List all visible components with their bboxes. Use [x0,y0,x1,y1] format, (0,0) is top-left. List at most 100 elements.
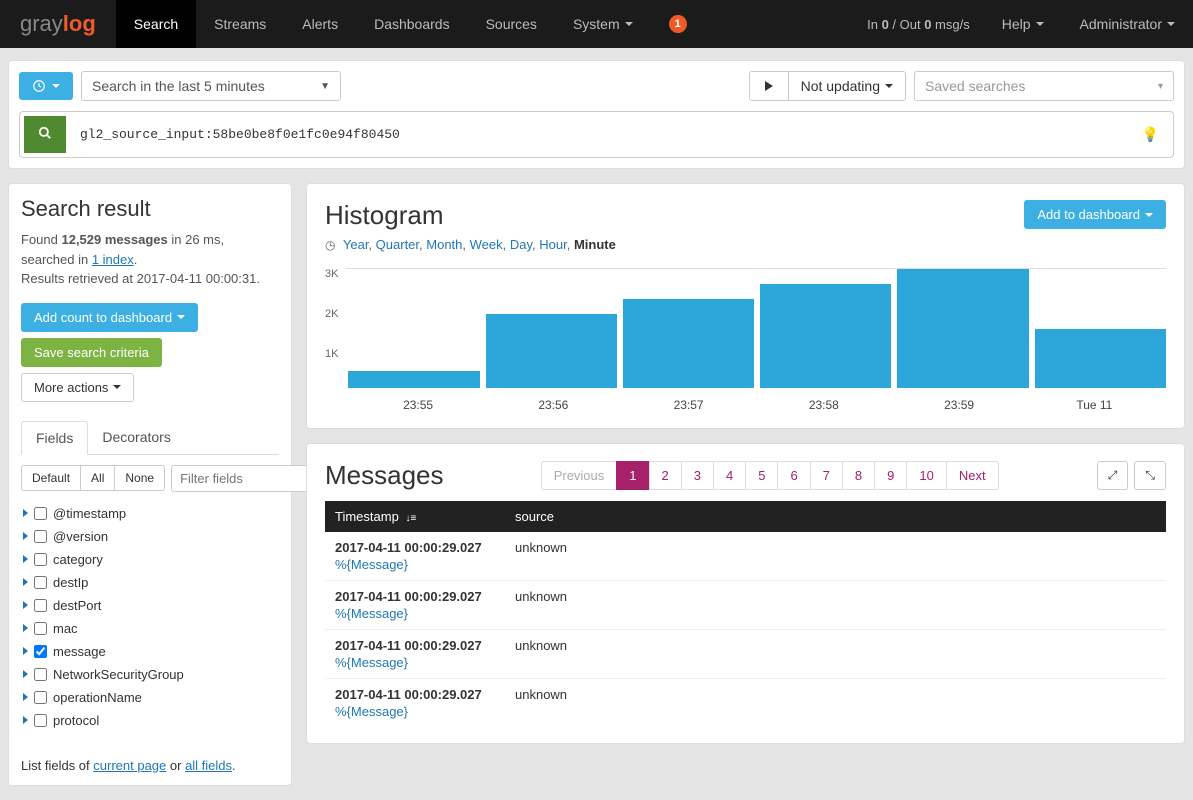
chart-bar[interactable] [897,269,1028,388]
field-checkbox[interactable] [34,714,47,727]
nav-search[interactable]: Search [116,0,196,48]
navbar: graylog Search Streams Alerts Dashboards… [0,0,1193,48]
nav-streams[interactable]: Streams [196,0,284,48]
tab-decorators[interactable]: Decorators [88,421,184,455]
col-timestamp[interactable]: Timestamp ↓≡ [325,501,505,532]
expand-field-icon[interactable] [23,578,28,586]
logo[interactable]: graylog [0,11,116,37]
chart-bar[interactable] [760,284,891,388]
current-page-link[interactable]: current page [93,758,166,773]
lightbulb-icon[interactable]: 💡 [1142,126,1159,143]
message-body-row: %{Message} [325,557,1166,581]
expand-field-icon[interactable] [23,716,28,724]
nav-administrator[interactable]: Administrator [1062,0,1193,48]
expand-field-icon[interactable] [23,624,28,632]
play-icon [764,81,774,91]
page-1[interactable]: 1 [616,461,649,490]
page-8[interactable]: 8 [842,461,875,490]
page-10[interactable]: 10 [906,461,946,490]
save-search-criteria-button[interactable]: Save search criteria [21,338,162,367]
fields-list[interactable]: @timestamp @version category destIp dest… [21,498,279,748]
chevron-down-icon [1167,22,1175,26]
add-count-dashboard-button[interactable]: Add count to dashboard [21,303,198,332]
chart-bar[interactable] [486,314,617,388]
chart-bar[interactable] [1035,329,1166,389]
resolution-month[interactable]: Month [426,237,462,252]
time-range-select[interactable]: Search in the last 5 minutes ▼ [81,71,341,101]
msg-body: %{Message} [325,557,1166,581]
fields-all-button[interactable]: All [81,465,115,491]
field-checkbox[interactable] [34,576,47,589]
nav-system[interactable]: System [555,0,651,48]
fields-default-button[interactable]: Default [21,465,81,491]
expand-field-icon[interactable] [23,670,28,678]
resolution-week[interactable]: Week [470,237,503,252]
field-checkbox[interactable] [34,507,47,520]
msg-timestamp: 2017-04-11 00:00:29.027 [325,630,505,656]
update-mode-dropdown[interactable]: Not updating [789,71,906,101]
msg-timestamp: 2017-04-11 00:00:29.027 [325,581,505,607]
time-config-button[interactable] [19,72,73,100]
resolution-day[interactable]: Day [510,237,532,252]
chart-bar[interactable] [623,299,754,388]
index-link[interactable]: 1 index [92,252,134,267]
field-checkbox[interactable] [34,645,47,658]
message-row[interactable]: 2017-04-11 00:00:29.027unknown [325,679,1166,705]
more-actions-button[interactable]: More actions [21,373,134,402]
chart-bar[interactable] [348,371,479,388]
nav-notifications[interactable]: 1 [651,0,705,48]
nav-alerts[interactable]: Alerts [284,0,356,48]
field-checkbox[interactable] [34,668,47,681]
page-previous[interactable]: Previous [541,461,618,490]
field-name: category [53,552,103,567]
resolution-year[interactable]: Year [343,237,369,252]
chevron-down-icon [52,84,60,88]
expand-field-icon[interactable] [23,509,28,517]
message-row[interactable]: 2017-04-11 00:00:29.027unknown [325,581,1166,607]
msg-body: %{Message} [325,704,1166,727]
x-label: 23:58 [756,398,891,412]
expand-button[interactable]: ⤢ [1097,461,1129,490]
col-source[interactable]: source [505,501,1166,532]
resolution-hour[interactable]: Hour [539,237,566,252]
page-4[interactable]: 4 [713,461,746,490]
nav-help[interactable]: Help [984,0,1062,48]
page-2[interactable]: 2 [649,461,682,490]
msg-timestamp: 2017-04-11 00:00:29.027 [325,532,505,557]
fields-none-button[interactable]: None [115,465,165,491]
throughput-indicator: In 0 / Out 0 msg/s [853,17,984,32]
nav-sources[interactable]: Sources [468,0,555,48]
expand-field-icon[interactable] [23,532,28,540]
query-input[interactable] [76,121,1132,148]
field-checkbox[interactable] [34,530,47,543]
saved-searches-select[interactable]: Saved searches ▾ [914,71,1174,101]
field-checkbox[interactable] [34,599,47,612]
add-to-dashboard-button[interactable]: Add to dashboard [1024,200,1166,229]
resolution-minute[interactable]: Minute [574,237,616,252]
page-6[interactable]: 6 [777,461,810,490]
field-checkbox[interactable] [34,553,47,566]
expand-field-icon[interactable] [23,647,28,655]
pagination: Previous12345678910Next [542,461,999,490]
tab-fields[interactable]: Fields [21,421,88,455]
play-button[interactable] [749,71,789,101]
all-fields-link[interactable]: all fields [185,758,232,773]
page-9[interactable]: 9 [874,461,907,490]
message-row[interactable]: 2017-04-11 00:00:29.027unknown [325,532,1166,557]
collapse-button[interactable]: ⤡ [1134,461,1166,490]
expand-field-icon[interactable] [23,693,28,701]
expand-field-icon[interactable] [23,601,28,609]
page-7[interactable]: 7 [810,461,843,490]
field-checkbox[interactable] [34,622,47,635]
expand-field-icon[interactable] [23,555,28,563]
resolution-quarter[interactable]: Quarter [376,237,419,252]
search-button[interactable] [24,116,66,153]
histogram-resolution: ◷ Year, Quarter, Month, Week, Day, Hour,… [325,237,616,252]
page-3[interactable]: 3 [681,461,714,490]
page-5[interactable]: 5 [745,461,778,490]
field-name: @timestamp [53,506,126,521]
field-checkbox[interactable] [34,691,47,704]
message-row[interactable]: 2017-04-11 00:00:29.027unknown [325,630,1166,656]
nav-dashboards[interactable]: Dashboards [356,0,468,48]
page-next[interactable]: Next [946,461,999,490]
